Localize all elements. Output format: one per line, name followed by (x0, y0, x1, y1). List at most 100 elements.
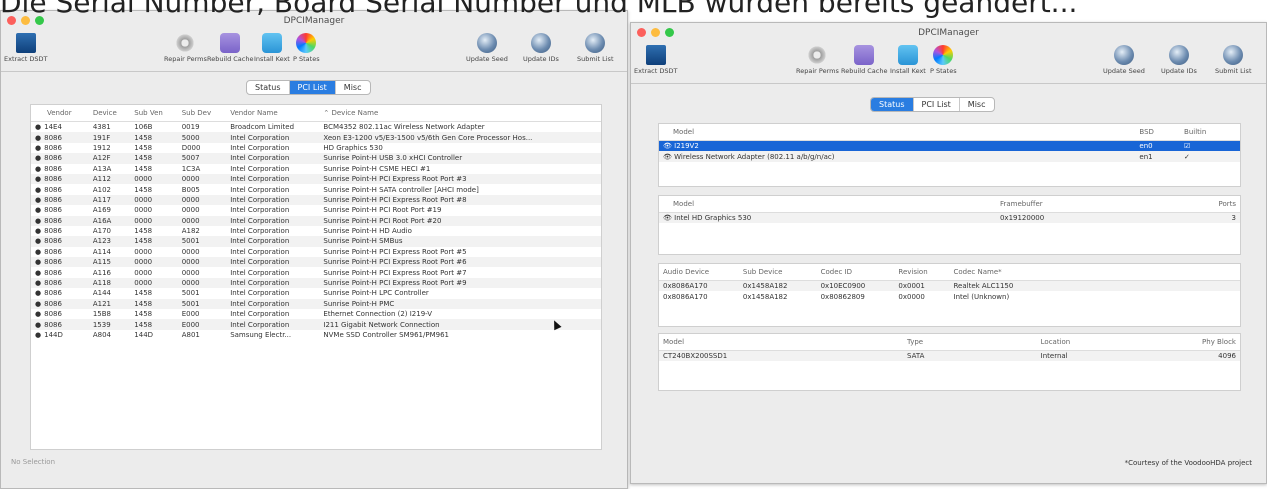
table-row[interactable]: ● 8086 A13A 1458 1C3A Intel Corporation Sunris… (31, 164, 601, 174)
column-header-device-name[interactable]: ⌃ Device Name (319, 105, 601, 122)
rebuild-cache-button[interactable]: Rebuild Cache (841, 43, 888, 75)
table-row[interactable]: 👁 Wireless Network Adapter (802.11 a/b/g… (659, 151, 1240, 162)
table-row[interactable]: ● 8086 A114 0000 0000 Intel Corporation Sunris… (31, 247, 601, 257)
table-cell: 106B (134, 123, 153, 132)
table-row[interactable]: ● 8086 A117 0000 0000 Intel Corporation Sunris… (31, 194, 601, 206)
column-header-codec-id[interactable]: Codec ID (816, 264, 895, 281)
extract-dsdt-button[interactable]: Extract DSDT (634, 43, 677, 75)
column-header-bsd[interactable]: BSD (1135, 124, 1181, 141)
table-row[interactable]: ● 8086 A102 1458 B005 Intel Corporation Sunris… (31, 184, 601, 194)
table-row[interactable]: ● 8086 A115 0000 0000 Intel Corporation Sunris… (31, 257, 601, 268)
table-row[interactable]: ● 8086 1539 1458 E000 Intel Corporation I211 G… (31, 319, 601, 330)
column-header-framebuffer[interactable]: Framebuffer (995, 196, 1182, 213)
column-header-revision[interactable]: Revision (894, 264, 950, 281)
column-header-vendor[interactable]: Vendor (31, 105, 89, 122)
column-header-model[interactable]: Model (659, 334, 904, 351)
zoom-button[interactable] (665, 28, 674, 37)
install-kext-button[interactable]: Install Kext (254, 31, 290, 63)
tab-control: Status PCI List Misc (870, 97, 995, 112)
table-row[interactable]: ● 8086 A116 0000 0000 Intel Corporation Sunris… (31, 267, 601, 277)
column-header-audio-device[interactable]: Audio Device (659, 264, 739, 281)
update-seed-button[interactable]: Update Seed (466, 31, 508, 63)
update-ids-button[interactable]: Update IDs (1161, 43, 1197, 75)
update-seed-button[interactable]: Update Seed (1103, 43, 1145, 75)
table-row[interactable]: ● 8086 A169 0000 0000 Intel Corporation Sunris… (31, 205, 601, 215)
table-cell: 1458 (130, 236, 178, 247)
tab-control: Status PCI List Misc (246, 80, 371, 95)
extract-dsdt-button[interactable]: Extract DSDT (4, 31, 47, 63)
submit-list-button[interactable]: Submit List (577, 31, 614, 63)
table-row[interactable]: 0x8086A170 0x1458A182 0x80862809 0x0000 Inte… (659, 291, 1240, 301)
folder-icon (220, 33, 241, 53)
column-header-model[interactable]: Model (659, 124, 1136, 141)
table-row[interactable]: ● 8086 15B8 1458 E000 Intel Corporation Ethern… (31, 309, 601, 319)
table-row[interactable]: ● 8086 1912 1458 D000 Intel Corporation HD Gra… (31, 143, 601, 153)
storage-table[interactable]: Model Type Location Phy Block CT240BX200… (658, 333, 1241, 391)
table-row[interactable]: ● 8086 A16A 0000 0000 Intel Corporation Sunris… (31, 215, 601, 226)
close-button[interactable] (637, 28, 646, 37)
table-cell: A182 (181, 227, 200, 236)
minimize-button[interactable] (651, 28, 660, 37)
table-row[interactable]: ● 8086 A112 0000 0000 Intel Corporation Sunris… (31, 173, 601, 185)
tab-pci-list[interactable]: PCI List (914, 98, 960, 111)
column-header-codec-name[interactable]: Codec Name* (949, 264, 1240, 281)
pci-device-table[interactable]: Vendor Device Sub Ven Sub Dev Vendor Nam… (30, 104, 602, 450)
submit-list-button[interactable]: Submit List (1215, 43, 1252, 75)
vendor-id: 8086 (44, 216, 62, 225)
table-row[interactable]: ● 8086 A170 1458 A182 Intel Corporation Sunris… (31, 226, 601, 236)
p-states-button[interactable]: P States (293, 31, 320, 63)
table-cell: Internal (1036, 350, 1182, 362)
table-cell: Sunrise Point-H SATA controller [AHCI mo… (323, 185, 479, 194)
table-cell: Ethernet Connection (2) I219-V (323, 310, 433, 319)
column-header-sub-ven[interactable]: Sub Ven (130, 105, 178, 122)
table-row[interactable]: ● 8086 A121 1458 5001 Intel Corporation Sunris… (31, 298, 601, 310)
tab-pci-list[interactable]: PCI List (289, 81, 336, 94)
column-header-device[interactable]: Device (88, 105, 131, 122)
table-row[interactable]: CT240BX200SSD1 SATA Internal 4096 (659, 350, 1240, 362)
table-row[interactable]: 👁 I219V2 en0 ☑ (659, 140, 1240, 152)
install-kext-button[interactable]: Install Kext (890, 43, 926, 75)
device-bullet-icon: ● (35, 143, 42, 152)
tab-status[interactable]: Status (871, 98, 914, 111)
column-header-builtin[interactable]: Builtin (1180, 124, 1240, 141)
column-header-type[interactable]: Type (903, 334, 1037, 351)
table-row[interactable]: ● 8086 A144 1458 5001 Intel Corporation Sunris… (31, 288, 601, 298)
table-row[interactable]: ● 8086 A123 1458 5001 Intel Corporation Sunris… (31, 236, 601, 247)
repair-perms-button[interactable]: Repair Perms (796, 43, 839, 75)
column-header-sub-dev[interactable]: Sub Dev (177, 105, 227, 122)
column-header-phy-block[interactable]: Phy Block (1181, 334, 1240, 351)
update-ids-button[interactable]: Update IDs (523, 31, 559, 63)
tab-misc[interactable]: Misc (336, 81, 370, 94)
vendor-id: 8086 (44, 206, 62, 215)
table-row[interactable]: ● 144D A804 144D A801 Samsung Electr... NVMe S… (31, 330, 601, 340)
column-header-location[interactable]: Location (1036, 334, 1182, 351)
network-table[interactable]: Model BSD Builtin 👁 I219V2 en0 ☑ 👁 Wireless… (658, 123, 1241, 187)
table-cell: 15B8 (92, 310, 112, 319)
table-header-row: Audio Device Sub Device Codec ID Revisio… (659, 264, 1240, 281)
table-cell: D000 (181, 143, 201, 152)
tab-status[interactable]: Status (247, 81, 290, 94)
table-row[interactable]: ● 8086 191F 1458 5000 Intel Corporation Xeon E… (31, 132, 601, 143)
dpcimanager-window-status: DPCIManager Extract DSDT Repair Perms Re… (630, 22, 1267, 484)
table-row[interactable]: 0x8086A170 0x1458A182 0x10EC0900 0x0001 Real… (659, 280, 1240, 292)
table-cell: ● 8086 (31, 236, 89, 247)
tab-misc[interactable]: Misc (960, 98, 994, 111)
column-header-sub-device[interactable]: Sub Device (738, 264, 817, 281)
column-header-ports[interactable]: Ports (1181, 196, 1240, 213)
table-row[interactable]: ● 8086 A118 0000 0000 Intel Corporation Sunris… (31, 277, 601, 289)
vendor-id: 8086 (44, 154, 62, 163)
table-row[interactable]: 👁 Intel HD Graphics 530 0x19120000 3 (659, 212, 1240, 224)
column-header-model[interactable]: Model (659, 196, 996, 213)
audio-table[interactable]: Audio Device Sub Device Codec ID Revisio… (658, 263, 1241, 327)
rebuild-cache-button[interactable]: Rebuild Cache (207, 31, 254, 63)
table-cell: ● 8086 (31, 173, 89, 185)
table-row[interactable]: ● 14E4 4381 106B 0019 Broadcom Limited BCM4352… (31, 122, 601, 133)
table-row[interactable]: ● 8086 A12F 1458 5007 Intel Corporation Sunris… (31, 153, 601, 164)
graphics-table[interactable]: Model Framebuffer Ports 👁 Intel HD Graph… (658, 195, 1241, 255)
p-states-button[interactable]: P States (930, 43, 957, 75)
table-cell: A102 (92, 185, 111, 194)
column-header-vendor-name[interactable]: Vendor Name (226, 105, 320, 122)
table-cell: Intel Corporation (230, 268, 290, 277)
table-cell: Intel Corporation (226, 173, 320, 185)
repair-perms-button[interactable]: Repair Perms (164, 31, 207, 63)
